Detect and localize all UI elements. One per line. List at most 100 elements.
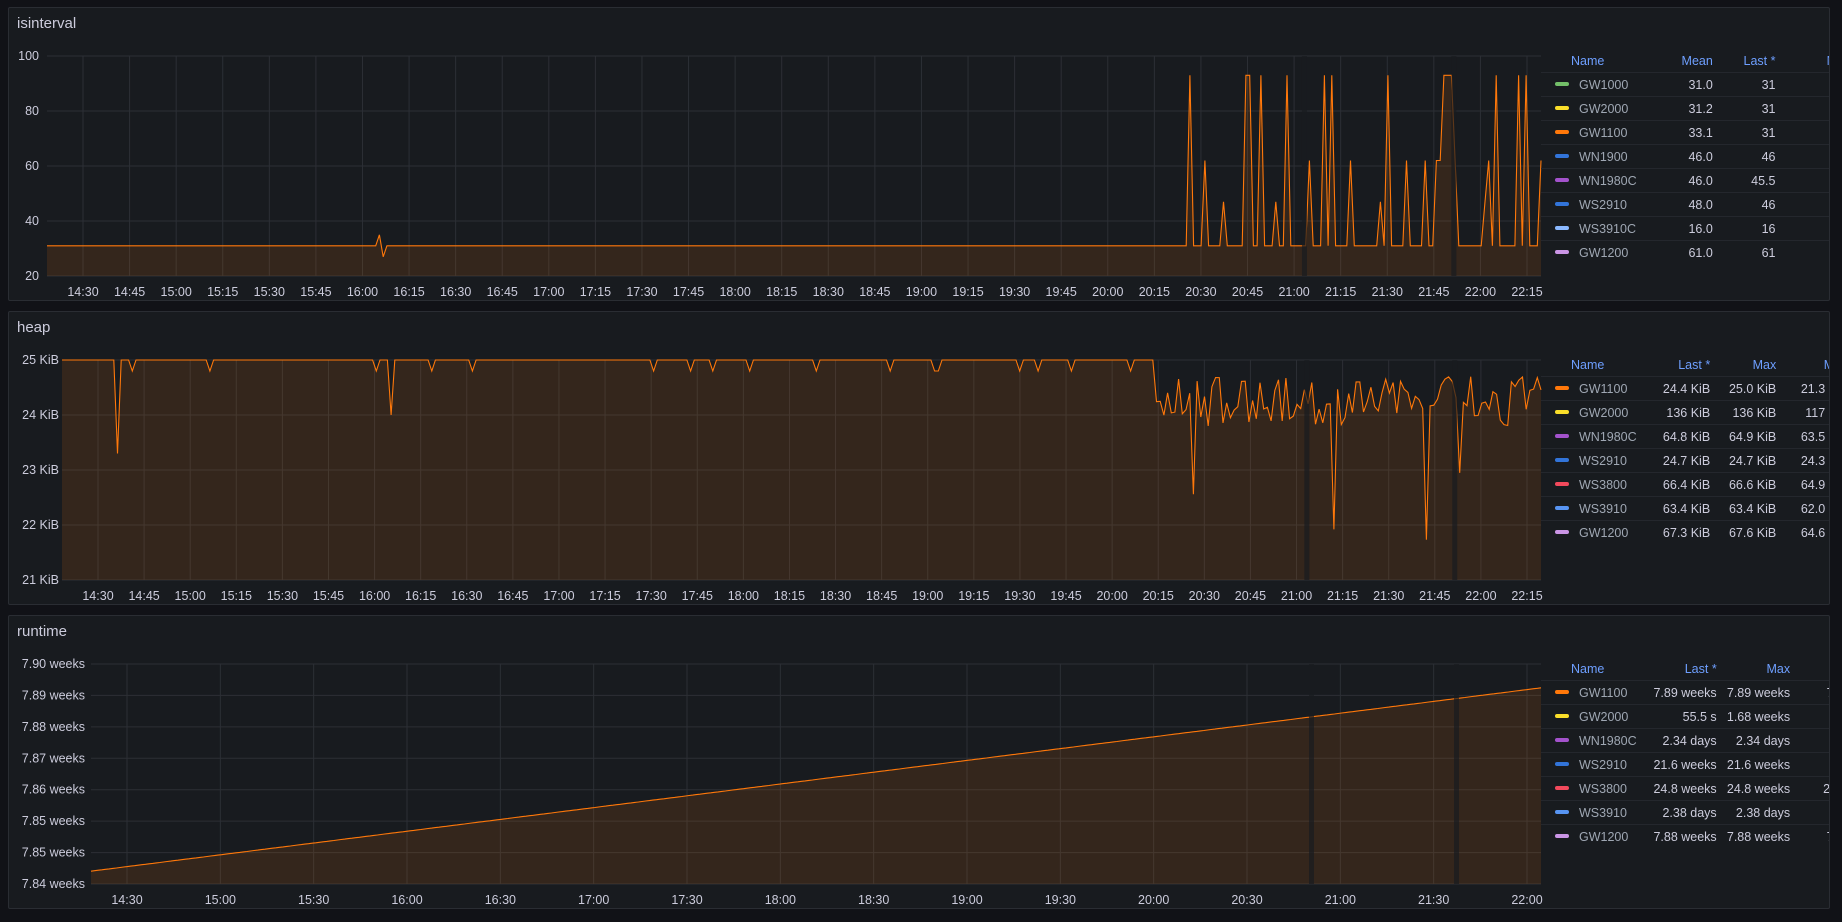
x-axis-tick-label: 17:00: [543, 589, 574, 603]
x-axis-tick-label: 20:45: [1235, 589, 1266, 603]
panel-heap[interactable]: heap 25 KiB 24 KiB 23 KiB 22 KiB 21 KiB 14:30…: [8, 311, 1830, 605]
y-axis-tick-label: 7.85 weeks: [22, 846, 85, 860]
legend-row[interactable]: WS291021.6 weeks21.6 weeks2: [1541, 752, 1829, 777]
series-name: GW1200: [1579, 525, 1629, 540]
legend-value: 136 KiB: [1648, 400, 1715, 425]
legend-row[interactable]: WS2910 48.0461: [1541, 192, 1829, 217]
x-axis-tick-label: 22:15: [1511, 285, 1542, 299]
series-color-swatch: [1555, 786, 1569, 791]
y-axis-tick-label: 21 KiB: [22, 573, 59, 587]
legend-row[interactable]: WN1980C 46.045.54: [1541, 168, 1829, 193]
legend-column-header[interactable]: Name: [1541, 50, 1654, 73]
x-axis-tick-label: 15:30: [298, 893, 329, 907]
legend-value: 31: [1716, 72, 1780, 97]
y-axis-tick-label: 80: [25, 104, 39, 118]
legend-column-header[interactable]: [1794, 658, 1829, 681]
series-color-swatch: [1555, 690, 1569, 695]
x-axis-tick-label: 18:30: [858, 893, 889, 907]
legend-value: 62.0 K: [1780, 496, 1829, 521]
y-axis-tick-label: 7.87 weeks: [22, 751, 85, 765]
legend-row[interactable]: GW2000 55.5 s 1.68 weeks: [1541, 704, 1829, 729]
legend-column-header[interactable]: Name: [1541, 354, 1648, 377]
isinterval-chart[interactable]: 100 80 60 40 20 14:30 14:45 15:00 15:15 15:30 15:4…: [9, 8, 1549, 301]
legend-column-header[interactable]: Max: [1721, 658, 1794, 681]
legend-value: 7.88 weeks: [1647, 824, 1721, 848]
series-name: GW1100: [1579, 685, 1628, 700]
legend-row[interactable]: WS3800 66.4 KiB66.6 KiB64.9 K: [1541, 472, 1829, 497]
legend-column-header[interactable]: Last *: [1648, 354, 1714, 377]
x-axis-tick-label: 18:30: [820, 589, 851, 603]
series-name: GW1000: [1579, 77, 1629, 92]
panel-runtime[interactable]: runtime 7.90 weeks 7.89 weeks 7.88 weeks 7.…: [8, 615, 1830, 909]
legend-value: [1779, 120, 1829, 145]
series-name: WN1900: [1579, 149, 1628, 164]
panel-isinterval[interactable]: isinterval 100 80 60 40 20 14:30 14:45 15:00 15:…: [8, 7, 1830, 301]
legend-column-header[interactable]: Last *: [1717, 50, 1780, 73]
series-name: WS2910: [1579, 197, 1627, 212]
x-axis-tick-label: 17:45: [682, 589, 713, 603]
x-axis-tick-label: 18:15: [774, 589, 805, 603]
legend-value: 24.8 weeks: [1720, 776, 1795, 801]
series-color-swatch: [1555, 738, 1569, 743]
legend-value: 66.6 KiB: [1714, 472, 1781, 497]
legend-row[interactable]: WS380024.8 weeks24.8 weeks24: [1541, 776, 1829, 801]
series-color-swatch: [1555, 154, 1569, 159]
legend-value: 31.2: [1654, 96, 1717, 121]
legend-row[interactable]: WN1900 46.0 46: [1541, 144, 1829, 169]
x-axis-tick-label: 21:45: [1418, 285, 1449, 299]
legend-row[interactable]: WN1980C 2.34 days 2.34 days: [1541, 728, 1829, 753]
x-axis-tick-label: 19:30: [1045, 893, 1076, 907]
x-axis-tick-label: 21:30: [1373, 589, 1404, 603]
x-axis-tick-label: 15:30: [254, 285, 285, 299]
legend-row[interactable]: GW1200 61.0 61: [1541, 240, 1829, 264]
legend-value: [1779, 216, 1829, 241]
heap-chart[interactable]: 25 KiB 24 KiB 23 KiB 22 KiB 21 KiB 14:30 14:45…: [9, 312, 1549, 605]
legend-value: 7.: [1794, 824, 1829, 848]
y-axis-tick-label: 24 KiB: [22, 408, 59, 422]
series-color-swatch: [1555, 810, 1569, 815]
legend-value: 2.38 days: [1647, 800, 1721, 825]
x-axis-tick-label: 20:30: [1231, 893, 1262, 907]
legend-value: 63.4 KiB: [1648, 496, 1715, 521]
legend-value: 67.3 KiB: [1648, 520, 1715, 544]
legend-row[interactable]: GW11007.89 weeks7.89 weeks7.: [1541, 680, 1829, 705]
legend-value: [1794, 704, 1829, 729]
series-color-swatch: [1555, 506, 1569, 511]
legend-row[interactable]: WS3910 2.38 days 2.38 days: [1541, 800, 1829, 825]
legend-value: 1.68 weeks: [1720, 704, 1795, 729]
legend-column-header[interactable]: Name: [1541, 658, 1647, 681]
legend-value: 16: [1716, 216, 1780, 241]
legend-row[interactable]: GW2000 31.2 31: [1541, 96, 1829, 121]
legend-column-header[interactable]: Mean: [1654, 50, 1717, 73]
legend-row[interactable]: GW1200 67.3 KiB67.6 KiB64.6 K: [1541, 520, 1829, 544]
legend-row[interactable]: GW12007.88 weeks7.88 weeks7.: [1541, 824, 1829, 848]
legend-row[interactable]: GW2000136 KiB136 KiB117 K: [1541, 400, 1829, 425]
legend-value: [1779, 240, 1829, 264]
legend-column-header[interactable]: Max: [1714, 354, 1780, 377]
legend-row[interactable]: WS391063.4 KiB63.4 KiB62.0 K: [1541, 496, 1829, 521]
legend-row[interactable]: WS291024.7 KiB24.7 KiB24.3 K: [1541, 448, 1829, 473]
x-axis-tick-label: 21:15: [1327, 589, 1358, 603]
x-axis-tick-label: 19:30: [999, 285, 1030, 299]
series-name: WS3910: [1579, 805, 1627, 820]
series-color-swatch: [1555, 386, 1569, 391]
legend-row[interactable]: WS3910C 16.0 16: [1541, 216, 1829, 241]
legend-column-header[interactable]: M: [1780, 50, 1829, 73]
legend-row[interactable]: GW1100 24.4 KiB25.0 KiB21.3 K: [1541, 376, 1829, 401]
x-axis-tick-label: 15:00: [161, 285, 192, 299]
legend-column-header[interactable]: Mi: [1780, 354, 1829, 377]
runtime-chart[interactable]: 7.90 weeks 7.89 weeks 7.88 weeks 7.87 weeks…: [9, 616, 1549, 909]
legend-row[interactable]: WN1980C 64.8 KiB64.9 KiB63.5 K: [1541, 424, 1829, 449]
x-axis-tick-label: 21:00: [1278, 285, 1309, 299]
x-axis-tick-label: 21:30: [1372, 285, 1403, 299]
legend-value: 45.5: [1716, 168, 1780, 193]
x-axis-tick-label: 16:00: [347, 285, 378, 299]
data-gap: [1454, 664, 1459, 884]
x-axis-tick-label: 16:30: [485, 893, 516, 907]
legend-row[interactable]: GW1100 33.1 31: [1541, 120, 1829, 145]
legend-row[interactable]: GW1000 31.0 31: [1541, 72, 1829, 97]
x-axis-tick-label: 20:00: [1138, 893, 1169, 907]
x-axis-tick-label: 16:00: [391, 893, 422, 907]
x-axis-tick-label: 18:45: [859, 285, 890, 299]
legend-column-header[interactable]: Last *: [1647, 658, 1720, 681]
